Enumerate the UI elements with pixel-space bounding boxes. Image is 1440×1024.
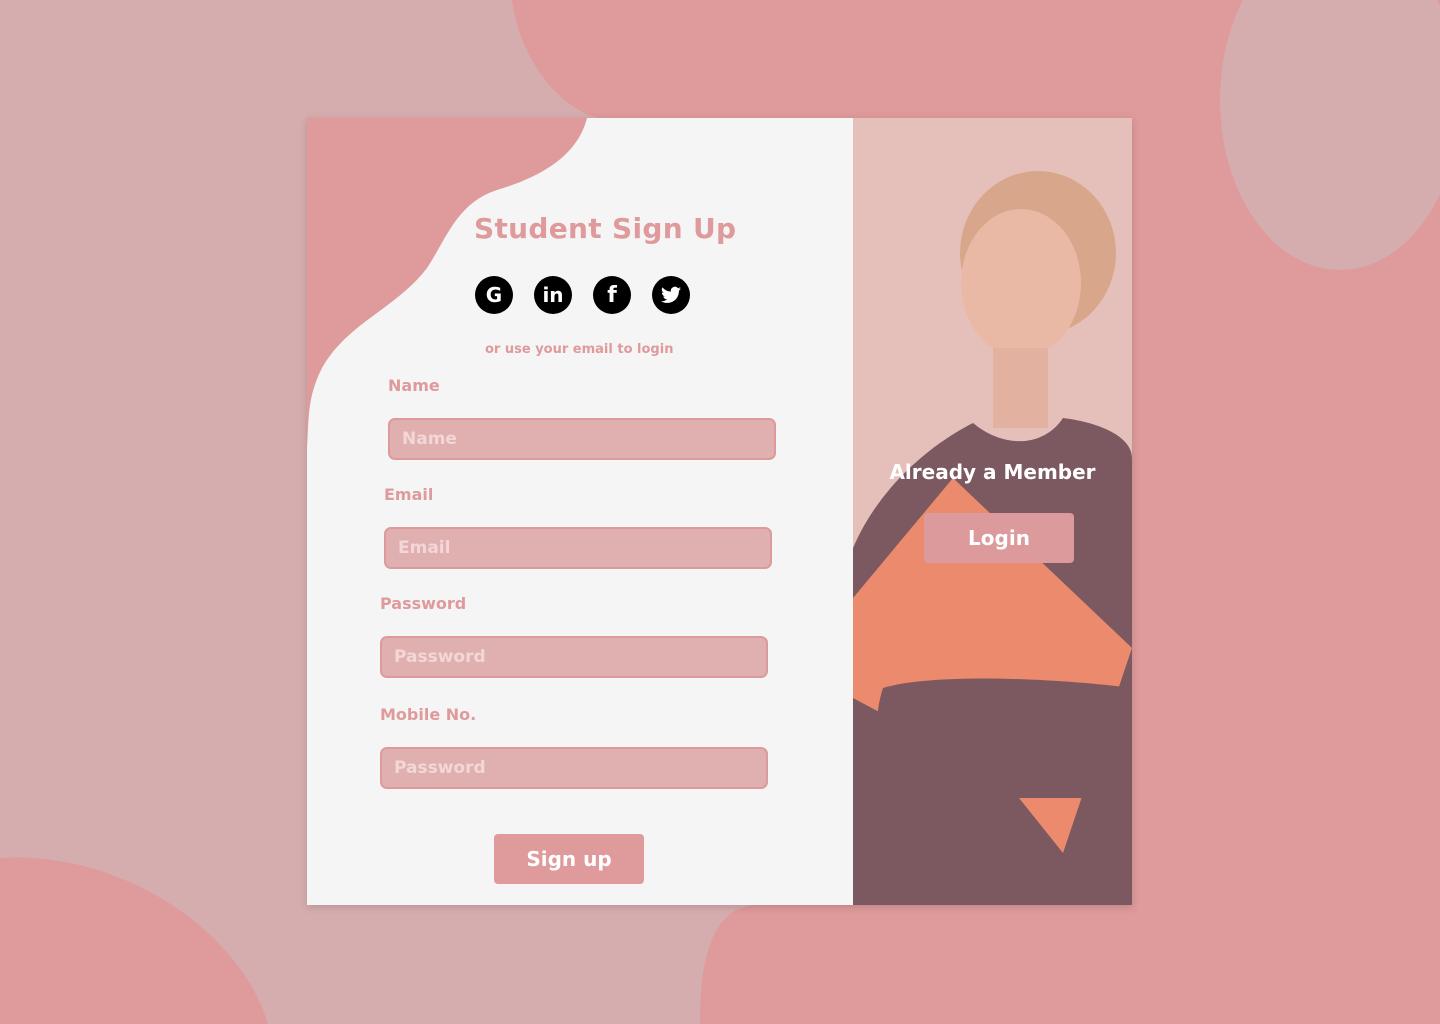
signup-button[interactable]: Sign up (494, 834, 644, 884)
twitter-icon[interactable] (652, 276, 690, 314)
mobile-input[interactable] (380, 747, 768, 789)
linkedin-icon[interactable]: in (534, 276, 572, 314)
email-hint: or use your email to login (485, 342, 674, 357)
name-label: Name (388, 376, 440, 395)
google-icon[interactable]: G (475, 276, 513, 314)
email-label: Email (384, 485, 434, 504)
password-label: Password (380, 594, 467, 613)
student-photo (853, 171, 1132, 905)
student-photo-panel: Already a Member Login (853, 118, 1132, 905)
signup-panel: Student Sign Up G in f or use your email… (307, 118, 853, 905)
login-button[interactable]: Login (924, 513, 1074, 563)
already-member-heading: Already a Member (889, 460, 1096, 484)
name-input[interactable] (388, 418, 776, 460)
mobile-label: Mobile No. (380, 705, 477, 724)
password-input[interactable] (380, 636, 768, 678)
facebook-icon[interactable]: f (593, 276, 631, 314)
signup-card: Student Sign Up G in f or use your email… (307, 118, 1132, 905)
email-input[interactable] (384, 527, 772, 569)
page-title: Student Sign Up (474, 212, 737, 245)
